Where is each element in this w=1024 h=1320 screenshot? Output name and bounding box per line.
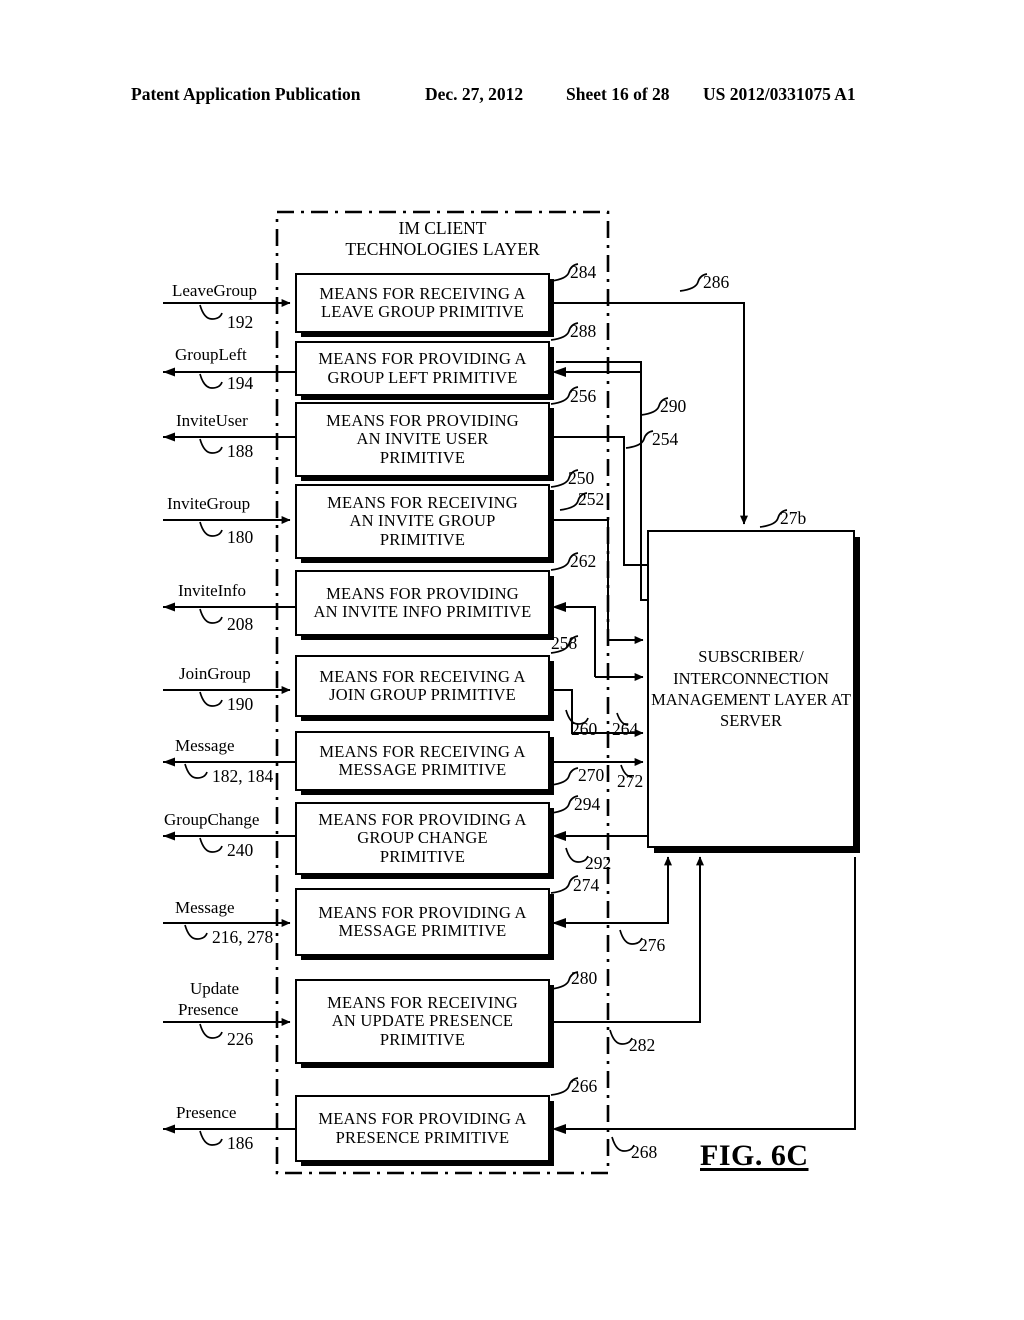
signal-label-invite-user: InviteUser xyxy=(176,411,248,430)
box-line: AN UPDATE PRESENCE xyxy=(331,1011,514,1031)
box-ref-group-left-prov: 288 xyxy=(570,321,597,341)
box-line: MEANS FOR PROVIDING A xyxy=(318,349,527,369)
signal-label-group-left: GroupLeft xyxy=(175,345,247,364)
signal-label-message-in: Message xyxy=(175,898,235,917)
box-ref-invite-group-recv: 250 xyxy=(568,468,595,488)
figure-label: FIG. 6C xyxy=(700,1139,809,1172)
box-line: MEANS FOR PROVIDING A xyxy=(318,902,527,922)
box-line: GROUP CHANGE xyxy=(357,828,488,848)
box-line: AN INVITE INFO PRIMITIVE xyxy=(313,602,532,621)
signal-ref-group-left: 194 xyxy=(227,373,254,393)
box-line: MEANS FOR RECEIVING A xyxy=(319,741,526,761)
layer-title: IM CLIENT TECHNOLOGIES LAYER xyxy=(277,218,608,260)
box-join-group-recv[interactable]: MEANS FOR RECEIVING A JOIN GROUP PRIMITI… xyxy=(295,655,550,717)
connector-ref-282: 282 xyxy=(629,1035,656,1055)
signal-label-update-presence-line1: Update xyxy=(190,979,240,998)
box-line: PRIMITIVE xyxy=(379,447,466,467)
connector-ref-264: 264 xyxy=(612,719,639,739)
box-subscriber-interconnection-management-layer[interactable]: SUBSCRIBER/ INTERCONNECTION MANAGEMENT L… xyxy=(647,530,855,848)
box-group-change-prov[interactable]: MEANS FOR PROVIDING A GROUP CHANGE PRIMI… xyxy=(295,802,550,875)
signal-label-update-presence-line2: Presence xyxy=(178,1000,239,1019)
box-line: PRESENCE PRIMITIVE xyxy=(335,1127,510,1147)
signal-ref-join-group: 190 xyxy=(227,694,254,714)
connector-ref-252: 252 xyxy=(578,489,605,509)
signal-ref-message-out: 182, 184 xyxy=(212,766,274,786)
connector-ref-260: 260 xyxy=(571,719,598,739)
connector-ref-272: 272 xyxy=(617,771,644,791)
connector-ref-254: 254 xyxy=(652,429,679,449)
box-message-prov[interactable]: MEANS FOR PROVIDING A MESSAGE PRIMITIVE xyxy=(295,888,550,956)
box-ref-leave-group-recv: 284 xyxy=(570,262,597,282)
box-line: MESSAGE PRIMITIVE xyxy=(338,760,507,779)
signal-ref-invite-info: 208 xyxy=(227,614,254,634)
box-line: MEANS FOR RECEIVING xyxy=(327,492,518,512)
signal-label-group-change: GroupChange xyxy=(164,810,260,829)
server-line: INTERCONNECTION xyxy=(673,668,829,688)
box-line: MEANS FOR RECEIVING A xyxy=(319,283,526,303)
box-ref-invite-info-prov: 262 xyxy=(570,551,597,571)
server-line: SUBSCRIBER/ xyxy=(698,647,804,667)
signal-label-invite-info: InviteInfo xyxy=(178,581,246,600)
box-line: MEANS FOR PROVIDING A xyxy=(318,809,527,829)
box-line: LEAVE GROUP PRIMITIVE xyxy=(320,302,525,321)
server-line: MANAGEMENT xyxy=(651,690,770,709)
box-ref-invite-user-prov: 256 xyxy=(570,386,597,406)
signal-label-message-out: Message xyxy=(175,736,235,755)
box-update-presence-recv[interactable]: MEANS FOR RECEIVING AN UPDATE PRESENCE P… xyxy=(295,979,550,1064)
box-ref-join-group-recv: 258 xyxy=(551,633,578,653)
box-line: MEANS FOR RECEIVING xyxy=(327,992,518,1012)
box-ref-presence-prov: 266 xyxy=(571,1076,598,1096)
box-line: MESSAGE PRIMITIVE xyxy=(338,921,507,940)
box-line: PRIMITIVE xyxy=(379,1029,466,1049)
box-ref-group-change-prov: 294 xyxy=(574,794,601,814)
box-leave-group-recv[interactable]: MEANS FOR RECEIVING A LEAVE GROUP PRIMIT… xyxy=(295,273,550,333)
signal-label-join-group: JoinGroup xyxy=(179,664,251,683)
signal-label-leave-group: LeaveGroup xyxy=(172,281,257,300)
patent-sheet: Patent Application Publication Dec. 27, … xyxy=(0,0,1024,1320)
box-line: PRIMITIVE xyxy=(379,846,466,866)
box-line: AN INVITE GROUP xyxy=(349,511,496,531)
box-ref-message-recv: 270 xyxy=(578,765,605,785)
server-ref-27b: 27b xyxy=(780,508,807,528)
connector-ref-290: 290 xyxy=(660,396,687,416)
signal-ref-group-change: 240 xyxy=(227,840,254,860)
signal-label-presence: Presence xyxy=(176,1103,237,1122)
connector-ref-286: 286 xyxy=(703,272,730,292)
signal-ref-message-in: 216, 278 xyxy=(212,927,274,947)
box-invite-info-prov[interactable]: MEANS FOR PROVIDING AN INVITE INFO PRIMI… xyxy=(295,570,550,636)
signal-ref-leave-group: 192 xyxy=(227,312,254,332)
box-presence-prov[interactable]: MEANS FOR PROVIDING A PRESENCE PRIMITIVE xyxy=(295,1095,550,1162)
signal-ref-update-presence: 226 xyxy=(227,1029,254,1049)
box-line: PRIMITIVE xyxy=(379,529,466,549)
connector-ref-268: 268 xyxy=(631,1142,658,1162)
box-line: GROUP LEFT PRIMITIVE xyxy=(327,367,518,387)
box-ref-message-prov: 274 xyxy=(573,875,600,895)
box-line: MEANS FOR RECEIVING A xyxy=(319,666,526,686)
box-ref-update-presence-recv: 280 xyxy=(571,968,598,988)
box-line: AN INVITE USER xyxy=(356,429,489,449)
signal-ref-invite-group: 180 xyxy=(227,527,254,547)
signal-label-invite-group: InviteGroup xyxy=(167,494,251,513)
box-line: MEANS FOR PROVIDING xyxy=(326,410,519,430)
layer-title-line1: IM CLIENT xyxy=(398,218,487,238)
layer-title-line2: TECHNOLOGIES LAYER xyxy=(345,239,540,259)
connector-ref-292: 292 xyxy=(585,853,612,873)
box-line: JOIN GROUP PRIMITIVE xyxy=(329,685,516,704)
box-group-left-prov[interactable]: MEANS FOR PROVIDING A GROUP LEFT PRIMITI… xyxy=(295,341,550,396)
box-message-recv[interactable]: MEANS FOR RECEIVING A MESSAGE PRIMITIVE xyxy=(295,731,550,791)
signal-ref-invite-user: 188 xyxy=(227,441,254,461)
box-invite-user-prov[interactable]: MEANS FOR PROVIDING AN INVITE USER PRIMI… xyxy=(295,402,550,477)
box-invite-group-recv[interactable]: MEANS FOR RECEIVING AN INVITE GROUP PRIM… xyxy=(295,484,550,559)
box-line: MEANS FOR PROVIDING xyxy=(326,583,519,603)
connector-ref-276: 276 xyxy=(639,935,666,955)
box-line: MEANS FOR PROVIDING A xyxy=(318,1109,527,1129)
signal-ref-presence: 186 xyxy=(227,1133,254,1153)
